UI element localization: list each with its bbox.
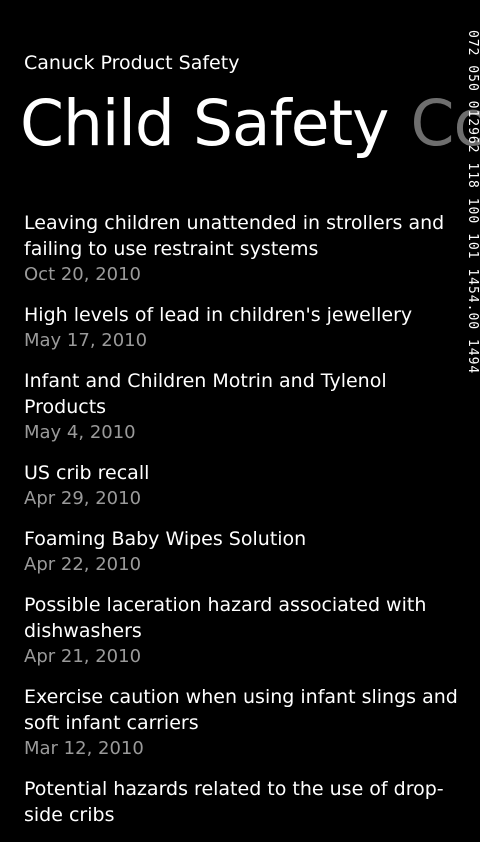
- list-item-date: May 4, 2010: [24, 422, 136, 443]
- list-item[interactable]: Potential hazards related to the use of …: [24, 776, 468, 828]
- list-item-date: Apr 21, 2010: [24, 646, 142, 667]
- list-item-title: Foaming Baby Wipes Solution: [24, 528, 307, 550]
- list-item[interactable]: Leaving children unattended in strollers…: [24, 210, 468, 288]
- list-item[interactable]: Infant and Children Motrin and Tylenol P…: [24, 368, 468, 446]
- pivot-header: Child Safety Co: [20, 84, 480, 164]
- list-item-date: Apr 29, 2010: [24, 488, 142, 509]
- list-item-title: High levels of lead in children's jewell…: [24, 304, 413, 326]
- list-item-date: Oct 20, 2010: [24, 264, 141, 285]
- list-item-title: Infant and Children Motrin and Tylenol P…: [24, 370, 387, 418]
- list-item[interactable]: High levels of lead in children's jewell…: [24, 302, 468, 354]
- list-item[interactable]: Foaming Baby Wipes Solution Apr 22, 2010: [24, 526, 468, 578]
- list-item-title: US crib recall: [24, 462, 150, 484]
- recall-list[interactable]: Leaving children unattended in strollers…: [24, 210, 468, 842]
- pivot-tab-child-safety[interactable]: Child Safety: [20, 87, 389, 160]
- list-item[interactable]: US crib recall Apr 29, 2010: [24, 460, 468, 512]
- app-title: Canuck Product Safety: [24, 52, 240, 74]
- list-item[interactable]: Exercise caution when using infant sling…: [24, 684, 468, 762]
- list-item-date: Mar 12, 2010: [24, 738, 144, 759]
- list-item-title: Leaving children unattended in strollers…: [24, 212, 445, 260]
- list-item-title: Possible laceration hazard associated wi…: [24, 594, 427, 642]
- list-item-title: Potential hazards related to the use of …: [24, 778, 444, 826]
- list-item-date: Apr 22, 2010: [24, 554, 142, 575]
- list-item-title: Exercise caution when using infant sling…: [24, 686, 458, 734]
- list-item-date: May 17, 2010: [24, 330, 148, 351]
- list-item[interactable]: Possible laceration hazard associated wi…: [24, 592, 468, 670]
